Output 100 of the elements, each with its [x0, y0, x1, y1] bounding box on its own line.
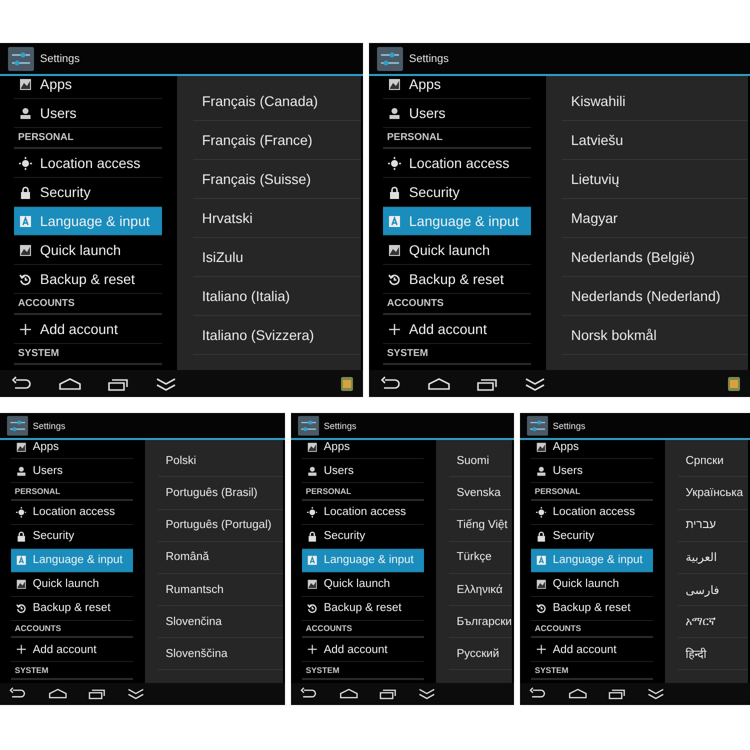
- location-icon: [536, 507, 546, 518]
- settings-menu-item[interactable]: Users: [531, 459, 653, 484]
- language-option[interactable]: Rumantsch: [158, 574, 284, 606]
- settings-menu-item[interactable]: Apps: [531, 440, 653, 460]
- plus-icon: [19, 322, 32, 336]
- app-icon[interactable]: [341, 376, 353, 390]
- recent-apps-icon[interactable]: [606, 687, 627, 700]
- settings-menu-item[interactable]: Backup & reset: [383, 265, 531, 294]
- settings-sliders-icon[interactable]: [8, 46, 34, 70]
- language-option[interactable]: Suomi: [449, 445, 512, 478]
- settings-sliders-icon[interactable]: [377, 46, 403, 70]
- settings-menu-item[interactable]: Add account: [11, 638, 133, 662]
- language-option[interactable]: Nederlands (België): [562, 238, 748, 277]
- back-icon[interactable]: [10, 376, 34, 392]
- language-option[interactable]: Italiano (Italia): [193, 277, 361, 316]
- settings-menu-item[interactable]: Apps: [383, 76, 531, 99]
- language-option[interactable]: Ελληνικά: [449, 574, 512, 606]
- language-option[interactable]: Latviešu: [562, 121, 748, 160]
- settings-menu-item[interactable]: Quick launch: [531, 572, 653, 597]
- language-option[interactable]: Italiano (Svizzera): [193, 316, 361, 355]
- language-option[interactable]: Slovenščina: [158, 638, 284, 670]
- chevron-down-icon[interactable]: [417, 687, 437, 700]
- language-option[interactable]: Nederlands (Nederland): [562, 277, 748, 316]
- language-option[interactable]: Français (Canada): [193, 82, 361, 121]
- language-option[interactable]: Українська: [678, 477, 748, 510]
- home-icon[interactable]: [427, 376, 451, 392]
- plus-icon: [16, 644, 26, 656]
- language-option[interactable]: Kiswahili: [562, 82, 748, 121]
- settings-menu-item[interactable]: Apps: [11, 440, 133, 460]
- person-icon: [306, 466, 318, 476]
- language-option[interactable]: Română: [158, 542, 284, 574]
- settings-menu-item[interactable]: Location access: [383, 149, 531, 178]
- home-icon[interactable]: [338, 687, 358, 700]
- back-icon[interactable]: [8, 687, 28, 700]
- plus-icon: [536, 644, 546, 656]
- chevron-down-icon[interactable]: [126, 687, 146, 700]
- settings-sliders-icon[interactable]: [6, 416, 28, 436]
- settings-sliders-icon[interactable]: [298, 416, 319, 436]
- language-option[interactable]: العربية: [678, 542, 748, 574]
- settings-menu-item[interactable]: Users: [14, 99, 162, 128]
- recent-apps-icon[interactable]: [378, 687, 398, 700]
- home-icon[interactable]: [58, 376, 82, 392]
- settings-menu-item[interactable]: Quick launch: [11, 572, 133, 597]
- settings-menu-item[interactable]: Add account: [14, 315, 162, 344]
- recent-apps-icon[interactable]: [86, 687, 107, 700]
- language-option[interactable]: Français (France): [193, 121, 361, 160]
- language-option[interactable]: Français (Suisse): [193, 160, 361, 199]
- language-option[interactable]: Norsk bokmål: [562, 316, 748, 355]
- settings-menu-item[interactable]: Backup & reset: [302, 596, 424, 621]
- home-icon[interactable]: [568, 687, 588, 700]
- language-option[interactable]: Tiếng Việt: [449, 510, 512, 542]
- settings-sliders-icon[interactable]: [526, 416, 548, 436]
- window-title: Settings: [32, 420, 66, 431]
- app-icon[interactable]: [728, 376, 740, 390]
- settings-menu-item[interactable]: Apps: [14, 76, 162, 99]
- settings-menu-item[interactable]: Quick launch: [302, 572, 424, 597]
- language-option[interactable]: Lietuvių: [562, 160, 748, 199]
- settings-menu-item[interactable]: Users: [11, 459, 133, 484]
- settings-menu-item[interactable]: Location access: [531, 500, 653, 525]
- settings-menu-item[interactable]: Location access: [302, 500, 424, 525]
- settings-menu-item[interactable]: Backup & reset: [14, 265, 162, 294]
- settings-menu-item[interactable]: Add account: [383, 315, 531, 344]
- settings-menu-item[interactable]: Quick launch: [383, 236, 531, 265]
- settings-menu-item[interactable]: Add account: [531, 638, 653, 662]
- language-option[interactable]: Português (Portugal): [158, 510, 284, 542]
- settings-menu-item[interactable]: Location access: [11, 500, 133, 525]
- chevron-down-icon[interactable]: [523, 376, 547, 392]
- settings-menu-item[interactable]: Add account: [302, 638, 424, 662]
- language-option[interactable]: Српски: [678, 445, 748, 478]
- lock-icon: [16, 531, 26, 542]
- back-icon[interactable]: [379, 376, 403, 392]
- language-option[interactable]: Български: [449, 606, 512, 638]
- language-option[interactable]: Português (Brasil): [158, 477, 284, 510]
- settings-menu-item[interactable]: Location access: [14, 149, 162, 178]
- home-icon[interactable]: [48, 687, 68, 700]
- language-option[interactable]: IsiZulu: [193, 238, 361, 277]
- language-option[interactable]: Polski: [158, 445, 284, 478]
- language-option[interactable]: Русский: [449, 638, 512, 670]
- picture-icon: [306, 442, 318, 452]
- settings-menu-item[interactable]: Users: [302, 459, 424, 484]
- language-option[interactable]: हिन्दी: [678, 638, 748, 670]
- language-option[interactable]: Hrvatski: [193, 199, 361, 238]
- restore-icon: [536, 602, 546, 614]
- language-option[interactable]: Slovenčina: [158, 606, 284, 638]
- language-option[interactable]: עברית: [678, 510, 748, 542]
- back-icon[interactable]: [528, 687, 548, 700]
- back-icon[interactable]: [299, 687, 319, 700]
- chevron-down-icon[interactable]: [646, 687, 666, 700]
- language-option[interactable]: አማርኛ: [678, 606, 748, 638]
- language-option[interactable]: Svenska: [449, 477, 512, 510]
- settings-menu-item[interactable]: Users: [383, 99, 531, 128]
- language-option[interactable]: Türkçe: [449, 542, 512, 574]
- language-option[interactable]: Magyar: [562, 199, 748, 238]
- language-option[interactable]: فارسی: [678, 574, 748, 606]
- person-icon: [536, 466, 546, 476]
- chevron-down-icon[interactable]: [154, 376, 178, 392]
- settings-menu-item[interactable]: Backup & reset: [11, 596, 133, 621]
- settings-menu-item[interactable]: Apps: [302, 440, 424, 460]
- settings-menu-item[interactable]: Quick launch: [14, 236, 162, 265]
- settings-menu-item[interactable]: Backup & reset: [531, 596, 653, 621]
